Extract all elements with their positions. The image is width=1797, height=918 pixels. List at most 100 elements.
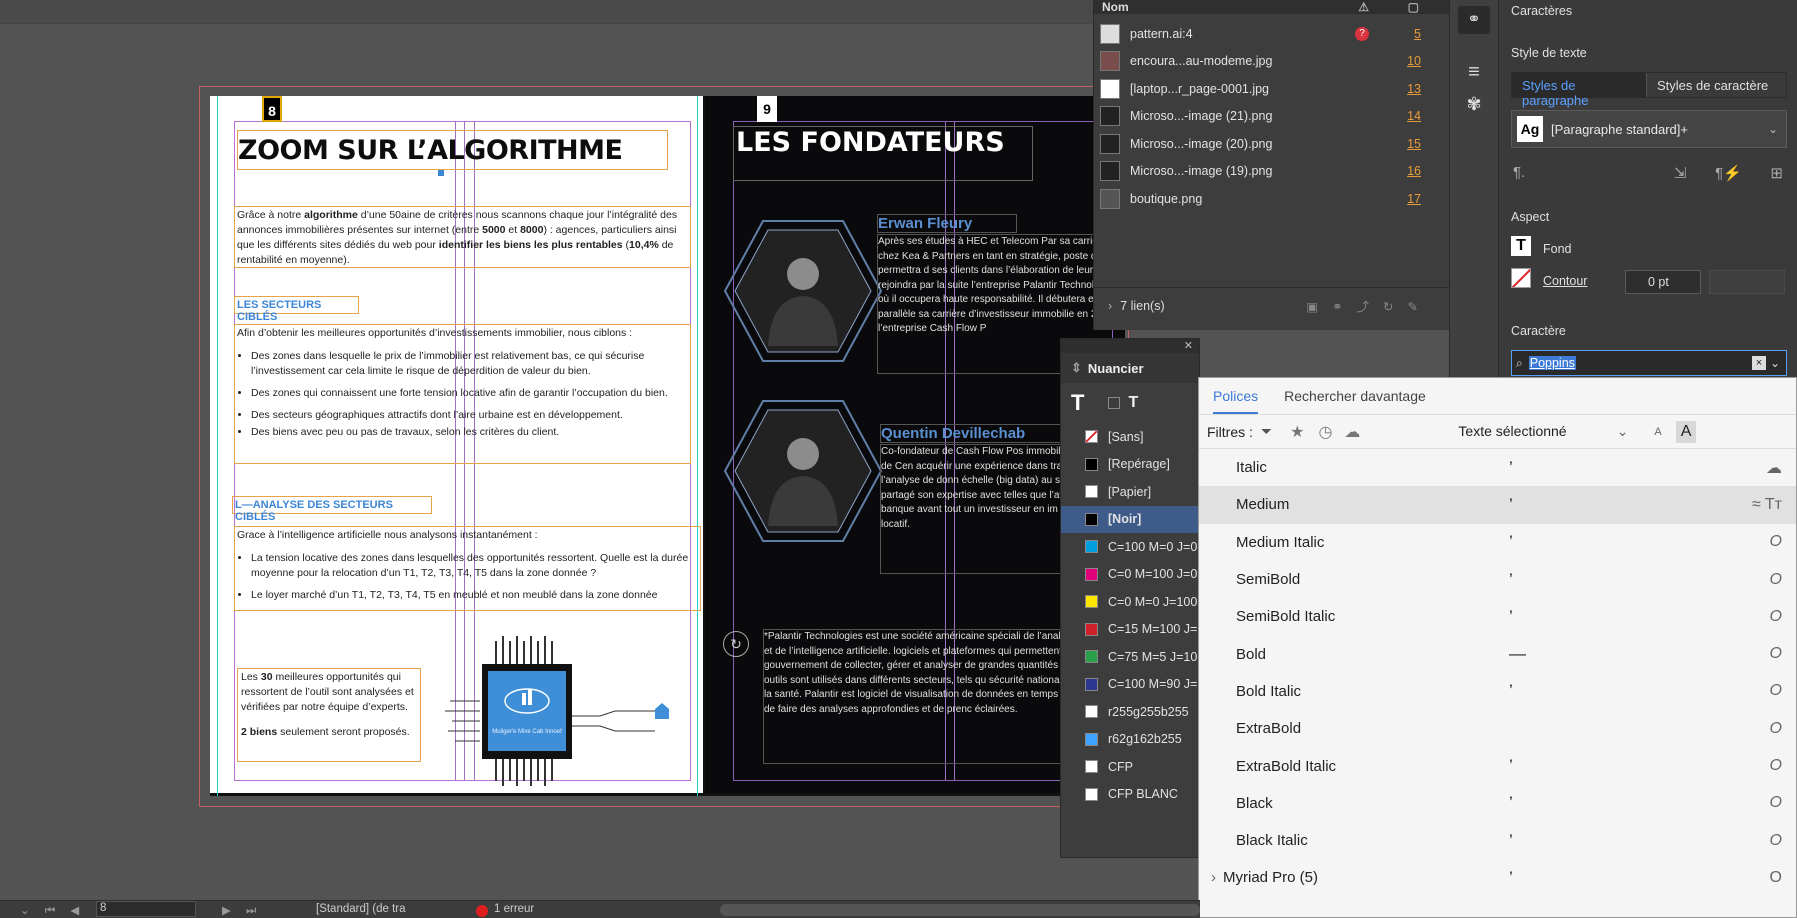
swatch-row[interactable]: [Repérage] <box>1061 451 1199 479</box>
opentype-icon[interactable]: O <box>1770 645 1782 663</box>
tab-character-styles[interactable]: Styles de caractère <box>1647 73 1786 97</box>
font-search-input[interactable]: Poppins <box>1528 356 1576 370</box>
secteurs-text[interactable]: Afin d’obtenir les meilleures opportunit… <box>234 324 691 464</box>
founder1-photo[interactable] <box>723 216 883 366</box>
font-style-row[interactable]: Medium’ ≈ Tт <box>1199 486 1796 524</box>
fill-swatch-icon[interactable]: T <box>1511 236 1531 256</box>
swatch-row[interactable]: r255g255b255 <box>1061 698 1199 726</box>
swatches-panel[interactable]: ✕ ⇕ Nuancier T T [Sans] [Repérage] [Papier]… <box>1060 338 1200 858</box>
preflight-profile[interactable]: [Standard] (de tra <box>316 903 406 915</box>
links-column-name[interactable]: Nom <box>1102 0 1129 14</box>
recent-clock-icon[interactable]: ◷ <box>1318 422 1332 442</box>
intro-paragraph[interactable]: Grâce à notre algorithme d’une 50aine de… <box>234 206 691 268</box>
chevron-down-icon[interactable]: ⌄ <box>1770 356 1780 370</box>
link-row[interactable]: Microso...-image (20).png 15 <box>1094 130 1449 158</box>
page-number-field[interactable]: 8 <box>96 901 196 917</box>
founders-title[interactable]: LES FONDATEURS <box>733 126 1033 181</box>
link-row[interactable]: Microso...-image (21).png 14 <box>1094 103 1449 131</box>
font-style-row[interactable]: Italic’ ☁ <box>1199 449 1796 486</box>
swatch-row[interactable]: [Papier] <box>1061 478 1199 506</box>
text-cursor-handle[interactable] <box>438 170 444 176</box>
section-heading-analyse[interactable]: L—ANALYSE DES SECTEURS CIBLÉS <box>232 496 432 523</box>
tab-find-more[interactable]: Rechercher davantage <box>1284 388 1426 404</box>
load-style-icon[interactable]: ⇲ <box>1674 164 1687 182</box>
font-style-row[interactable]: ExtraBold O <box>1199 710 1796 747</box>
tab-paragraph-styles[interactable]: Styles de paragraphe <box>1512 73 1648 108</box>
pilcrow-icon[interactable]: ¶. <box>1513 164 1525 182</box>
font-family-search[interactable]: ⌕ Poppins × ⌄ <box>1511 350 1787 376</box>
stroke-weight-input[interactable]: 0 pt <box>1625 270 1701 294</box>
section-heading-secteurs[interactable]: LES SECTEURS CIBLÉS <box>234 296 359 323</box>
large-sample-icon[interactable]: A <box>1675 420 1697 443</box>
opentype-icon[interactable]: O <box>1770 720 1782 738</box>
link-row[interactable]: pattern.ai:4? 5 <box>1094 20 1449 48</box>
swatch-row[interactable]: C=0 M=0 J=100 <box>1061 588 1199 616</box>
stroke-swatch-icon[interactable] <box>1511 268 1531 288</box>
container-icon[interactable] <box>1108 397 1121 409</box>
swatch-row[interactable]: C=15 M=100 J= <box>1061 616 1199 644</box>
link-row[interactable]: [laptop...r_page-0001.jpg 13 <box>1094 75 1449 103</box>
chip-illustration[interactable]: Muliger'e Mixe Cab Innoef <box>440 631 710 786</box>
font-picker-popup[interactable]: Polices Rechercher davantage Filtres : ⏷… <box>1198 377 1797 918</box>
cloud-check-icon[interactable]: ☁ <box>1344 422 1360 442</box>
new-style-icon[interactable]: ⊞ <box>1770 164 1783 182</box>
font-style-row[interactable]: SemiBold’ O <box>1199 561 1796 598</box>
opentype-icon[interactable]: O <box>1770 608 1782 626</box>
preview-text-select[interactable]: Texte sélectionné ⌄ <box>1458 423 1628 440</box>
swatch-row[interactable]: CFP <box>1061 753 1199 781</box>
swatch-row[interactable]: C=100 M=0 J=0 <box>1061 533 1199 561</box>
swatch-row[interactable]: CFP BLANC <box>1061 781 1199 809</box>
text-fill-icon[interactable]: T <box>1071 390 1084 416</box>
stroke-label[interactable]: Contour <box>1543 274 1587 288</box>
missing-link-icon[interactable]: ? <box>1355 26 1369 41</box>
page-column-icon[interactable]: ▢ <box>1408 0 1419 14</box>
color-palette-icon[interactable]: ✾ <box>1458 90 1490 118</box>
filter-funnel-icon[interactable]: ⏷ <box>1261 423 1272 440</box>
opentype-icon[interactable]: O <box>1770 794 1782 812</box>
stroke-type-select[interactable] <box>1709 270 1785 294</box>
founder2-photo[interactable] <box>723 396 883 546</box>
links-actions-icons[interactable]: ▣⚭⤴↻✎ <box>1306 296 1432 315</box>
warning-column-icon[interactable]: ⚠ <box>1358 0 1369 14</box>
clear-icon[interactable]: × <box>1751 356 1766 370</box>
swatch-row[interactable]: C=0 M=100 J=0 <box>1061 561 1199 589</box>
horizontal-scrollbar[interactable] <box>720 904 1200 916</box>
opentype-icon[interactable]: O <box>1770 757 1782 775</box>
links-icon[interactable]: ⚭ <box>1458 6 1490 34</box>
font-style-row[interactable]: ExtraBold Italic’ O <box>1199 747 1796 784</box>
page-nav-icons[interactable]: ⌄ ⏮ ◀ <box>20 903 85 918</box>
expand-chevron-icon[interactable]: › <box>1108 299 1112 313</box>
tab-fonts[interactable]: Polices <box>1213 388 1259 414</box>
layers-icon[interactable]: ≡ <box>1458 58 1490 86</box>
preflight-errors[interactable]: 1 erreur <box>494 903 534 915</box>
page-nav-forward-icons[interactable]: ▶ ⏭ <box>222 903 262 918</box>
font-style-row[interactable]: Medium Italic’ O <box>1199 524 1796 561</box>
swatch-row[interactable]: r62g162b255 <box>1061 726 1199 754</box>
opentype-icon[interactable]: O <box>1770 682 1782 700</box>
link-row[interactable]: boutique.png 17 <box>1094 185 1449 213</box>
opentype-icon[interactable]: O <box>1770 832 1782 850</box>
font-style-row[interactable]: Black Italic’ O <box>1199 822 1796 859</box>
font-style-row[interactable]: SemiBold Italic’ O <box>1199 598 1796 635</box>
swatch-row[interactable]: C=75 M=5 J=10 <box>1061 643 1199 671</box>
founder1-name[interactable]: Erwan Fleury <box>877 214 1017 233</box>
links-panel[interactable]: Nom ⚠ ▢ pattern.ai:4? 5 encoura...au-mode… <box>1093 0 1450 330</box>
font-family-row[interactable]: › Myriad Pro (5) ’ O <box>1199 859 1796 896</box>
swatch-row[interactable]: C=100 M=90 J= <box>1061 671 1199 699</box>
small-sample-icon[interactable]: A <box>1654 426 1661 438</box>
page-8[interactable]: 8 ZOOM SUR L’ALGORITHME Grâce à notre al… <box>210 96 705 796</box>
link-row[interactable]: Microso...-image (19).png 16 <box>1094 158 1449 186</box>
page-title[interactable]: ZOOM SUR L’ALGORITHME <box>237 130 668 170</box>
expand-chevron-icon[interactable]: › <box>1211 869 1216 886</box>
swatch-row[interactable]: [Noir] <box>1061 505 1199 533</box>
text-icon[interactable]: T <box>1128 394 1138 412</box>
chevron-down-icon[interactable]: ⌄ <box>1768 122 1778 136</box>
analyse-text[interactable]: Grace à l’intelligence artificielle nous… <box>234 526 701 611</box>
close-icon[interactable]: ✕ <box>1184 340 1193 352</box>
opentype-icon[interactable]: O <box>1770 533 1782 551</box>
clear-override-icon[interactable]: ¶⚡ <box>1715 164 1742 182</box>
font-style-row[interactable]: Bold Italic’ O <box>1199 673 1796 710</box>
paragraph-style-select[interactable]: Ag [Paragraphe standard]+ ⌄ <box>1511 110 1787 148</box>
similar-fonts-icon[interactable]: ≈ Tт <box>1752 496 1782 514</box>
swatch-row[interactable]: [Sans] <box>1061 423 1199 451</box>
